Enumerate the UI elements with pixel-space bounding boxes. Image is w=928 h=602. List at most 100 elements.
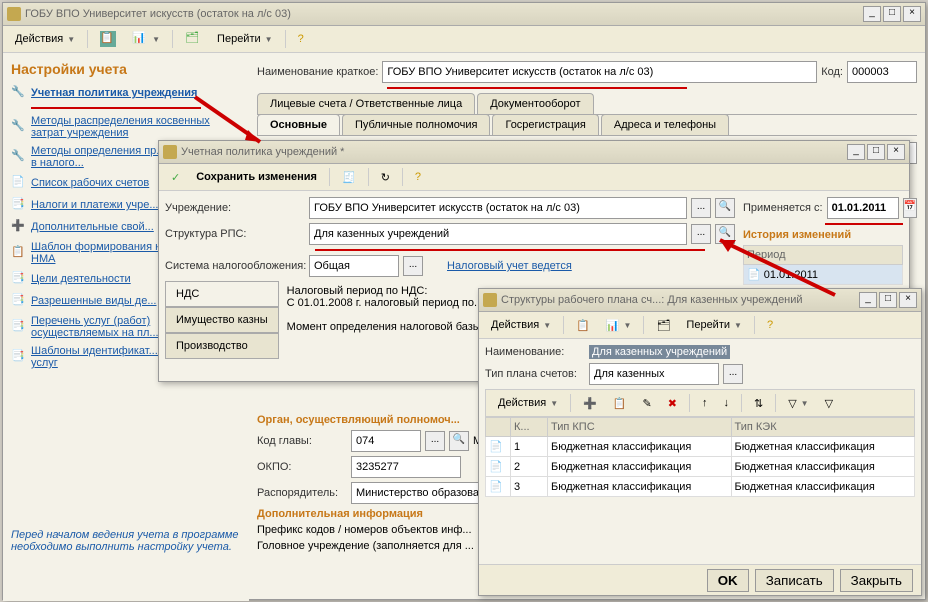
close-button[interactable]: Закрыть [840,569,913,592]
up-icon[interactable]: ↑ [696,395,714,411]
tax-system-input[interactable] [309,255,399,277]
tab-docflow[interactable]: Документооборот [477,93,593,114]
table-row[interactable]: 📄1Бюджетная классификацияБюджетная класс… [486,437,915,457]
tab-addresses[interactable]: Адреса и телефоны [601,114,729,135]
rps-window: Структуры рабочего плана сч...: Для казе… [478,288,922,596]
maximize-button[interactable]: □ [883,6,901,22]
filter-clear-icon[interactable]: ▽ [819,395,839,412]
grid-actions[interactable]: Действия▼ [492,395,564,411]
sidenav-item[interactable]: Учетная политика учреждения [31,87,197,99]
rps-goto[interactable]: Перейти▼ [680,317,748,333]
delete-icon[interactable]: ✖ [662,395,683,412]
ok-button[interactable]: OK [707,569,749,592]
goto-menu[interactable]: Перейти▼ [211,31,279,47]
list-icon: 📑 [11,293,27,309]
toolbar-icon-3[interactable]: 🗂 [179,29,207,49]
minimize-button[interactable]: _ [863,6,881,22]
filter-icon[interactable]: ▽▼ [782,395,814,412]
institution-input[interactable] [309,197,687,219]
table-row[interactable]: 📄3Бюджетная классификацияБюджетная класс… [486,477,915,497]
history-icon[interactable]: 🧾 [336,169,362,186]
tax-system-label: Система налогообложения: [165,260,305,272]
tax-link[interactable]: Налоговый учет ведется [447,260,572,272]
sidenav-item[interactable]: Список рабочих счетов [31,177,149,189]
tab-main[interactable]: Основные [257,114,340,135]
main-titlebar: ГОБУ ВПО Университет искусств (остаток н… [3,3,925,26]
close-button[interactable]: × [903,6,921,22]
short-name-input[interactable] [382,61,817,83]
help-icon[interactable]: ? [409,169,427,185]
history-table: Период 📄 01.01.2011 [743,245,903,285]
rps-input[interactable] [309,223,687,245]
code-input[interactable] [847,61,917,83]
policy-maximize[interactable]: □ [867,144,885,160]
rps-open[interactable]: 🔍 [715,224,735,244]
policy-title: Учетная политика учреждений * [181,146,847,158]
okpo-input[interactable] [351,456,461,478]
sidetab-property[interactable]: Имущество казны [165,307,279,333]
rps-label: Структура РПС: [165,228,305,240]
sort-icon[interactable]: ⇅ [748,395,769,412]
wrench-icon: 🔧 [11,85,27,101]
copy-icon[interactable]: 📋 [607,395,633,412]
down-icon[interactable]: ↓ [717,395,735,411]
rps-select[interactable]: ... [691,224,711,244]
tab-gosreg[interactable]: Госрегистрация [492,114,598,135]
sidenav-item[interactable]: Методы распределения косвенных затрат уч… [31,115,241,139]
app-icon [7,7,21,21]
rps-name-value[interactable]: Для казенных учреждений [589,345,730,359]
sidenav-footer: Перед началом ведения учета в программе … [11,529,241,553]
rps-folder-icon[interactable]: 🗂 [650,317,676,334]
sidenav-item[interactable]: Налоги и платежи учре... [31,199,159,211]
plus-icon: ➕ [11,219,27,235]
actions-menu[interactable]: Действия▼ [9,31,81,47]
rps-maximize[interactable]: □ [879,292,897,308]
help-icon[interactable]: ? [292,31,310,47]
sidenav-title: Настройки учета [11,61,241,77]
history-col: Период [744,246,903,265]
rps-plan-input[interactable] [589,363,719,385]
tab-accounts[interactable]: Лицевые счета / Ответственные лица [257,93,475,114]
glava-select[interactable]: ... [425,431,445,451]
save-button[interactable]: Сохранить изменения [190,169,323,185]
col-kek[interactable]: Тип КЭК [731,418,915,437]
glava-open[interactable]: 🔍 [449,431,469,451]
rps-help-icon[interactable]: ? [761,317,779,333]
rps-minimize[interactable]: _ [859,292,877,308]
rps-grid[interactable]: К... Тип КПС Тип КЭК 📄1Бюджетная классиф… [485,417,915,497]
col-k[interactable]: К... [511,418,548,437]
calendar-icon[interactable]: 📅 [903,198,917,218]
add-icon[interactable]: ➕ [577,395,603,412]
tax-select[interactable]: ... [403,256,423,276]
applies-input[interactable] [827,197,899,219]
rps-chart-icon[interactable]: 📊▼ [600,317,638,334]
table-row[interactable]: 📄2Бюджетная классификацияБюджетная класс… [486,457,915,477]
rps-plan-select[interactable]: ... [723,364,743,384]
main-toolbar: Действия▼ 📋 📊▼ 🗂 Перейти▼ ? [3,26,925,53]
institution-select[interactable]: ... [691,198,711,218]
sidenav-item[interactable]: Разрешенные виды де... [31,295,157,307]
sidetab-production[interactable]: Производство [165,333,279,359]
sidenav-item[interactable]: Дополнительные свой... [31,221,154,233]
policy-close[interactable]: × [887,144,905,160]
history-date[interactable]: 01.01.2011 [764,269,818,281]
main-title: ГОБУ ВПО Университет искусств (остаток н… [25,8,863,20]
rps-save-icon[interactable]: 📋 [570,317,596,334]
policy-minimize[interactable]: _ [847,144,865,160]
tab-public[interactable]: Публичные полномочия [342,114,491,135]
toolbar-icon-2[interactable]: 📊▼ [126,29,166,49]
sidenav-item[interactable]: Цели деятельности [31,273,131,285]
refresh-icon[interactable]: ↻ [375,169,396,186]
sidetab-nds[interactable]: НДС [165,281,279,307]
tool-icon: 🔧 [11,149,27,165]
glava-input[interactable] [351,430,421,452]
col-kps[interactable]: Тип КПС [548,418,732,437]
rps-close[interactable]: × [899,292,917,308]
okpo-label: ОКПО: [257,461,347,473]
institution-open[interactable]: 🔍 [715,198,735,218]
toolbar-icon-1[interactable]: 📋 [94,29,122,49]
save-icon[interactable]: ✓ [165,169,186,186]
save-button[interactable]: Записать [755,569,834,592]
edit-icon[interactable]: ✎ [637,395,658,412]
rps-actions[interactable]: Действия▼ [485,317,557,333]
